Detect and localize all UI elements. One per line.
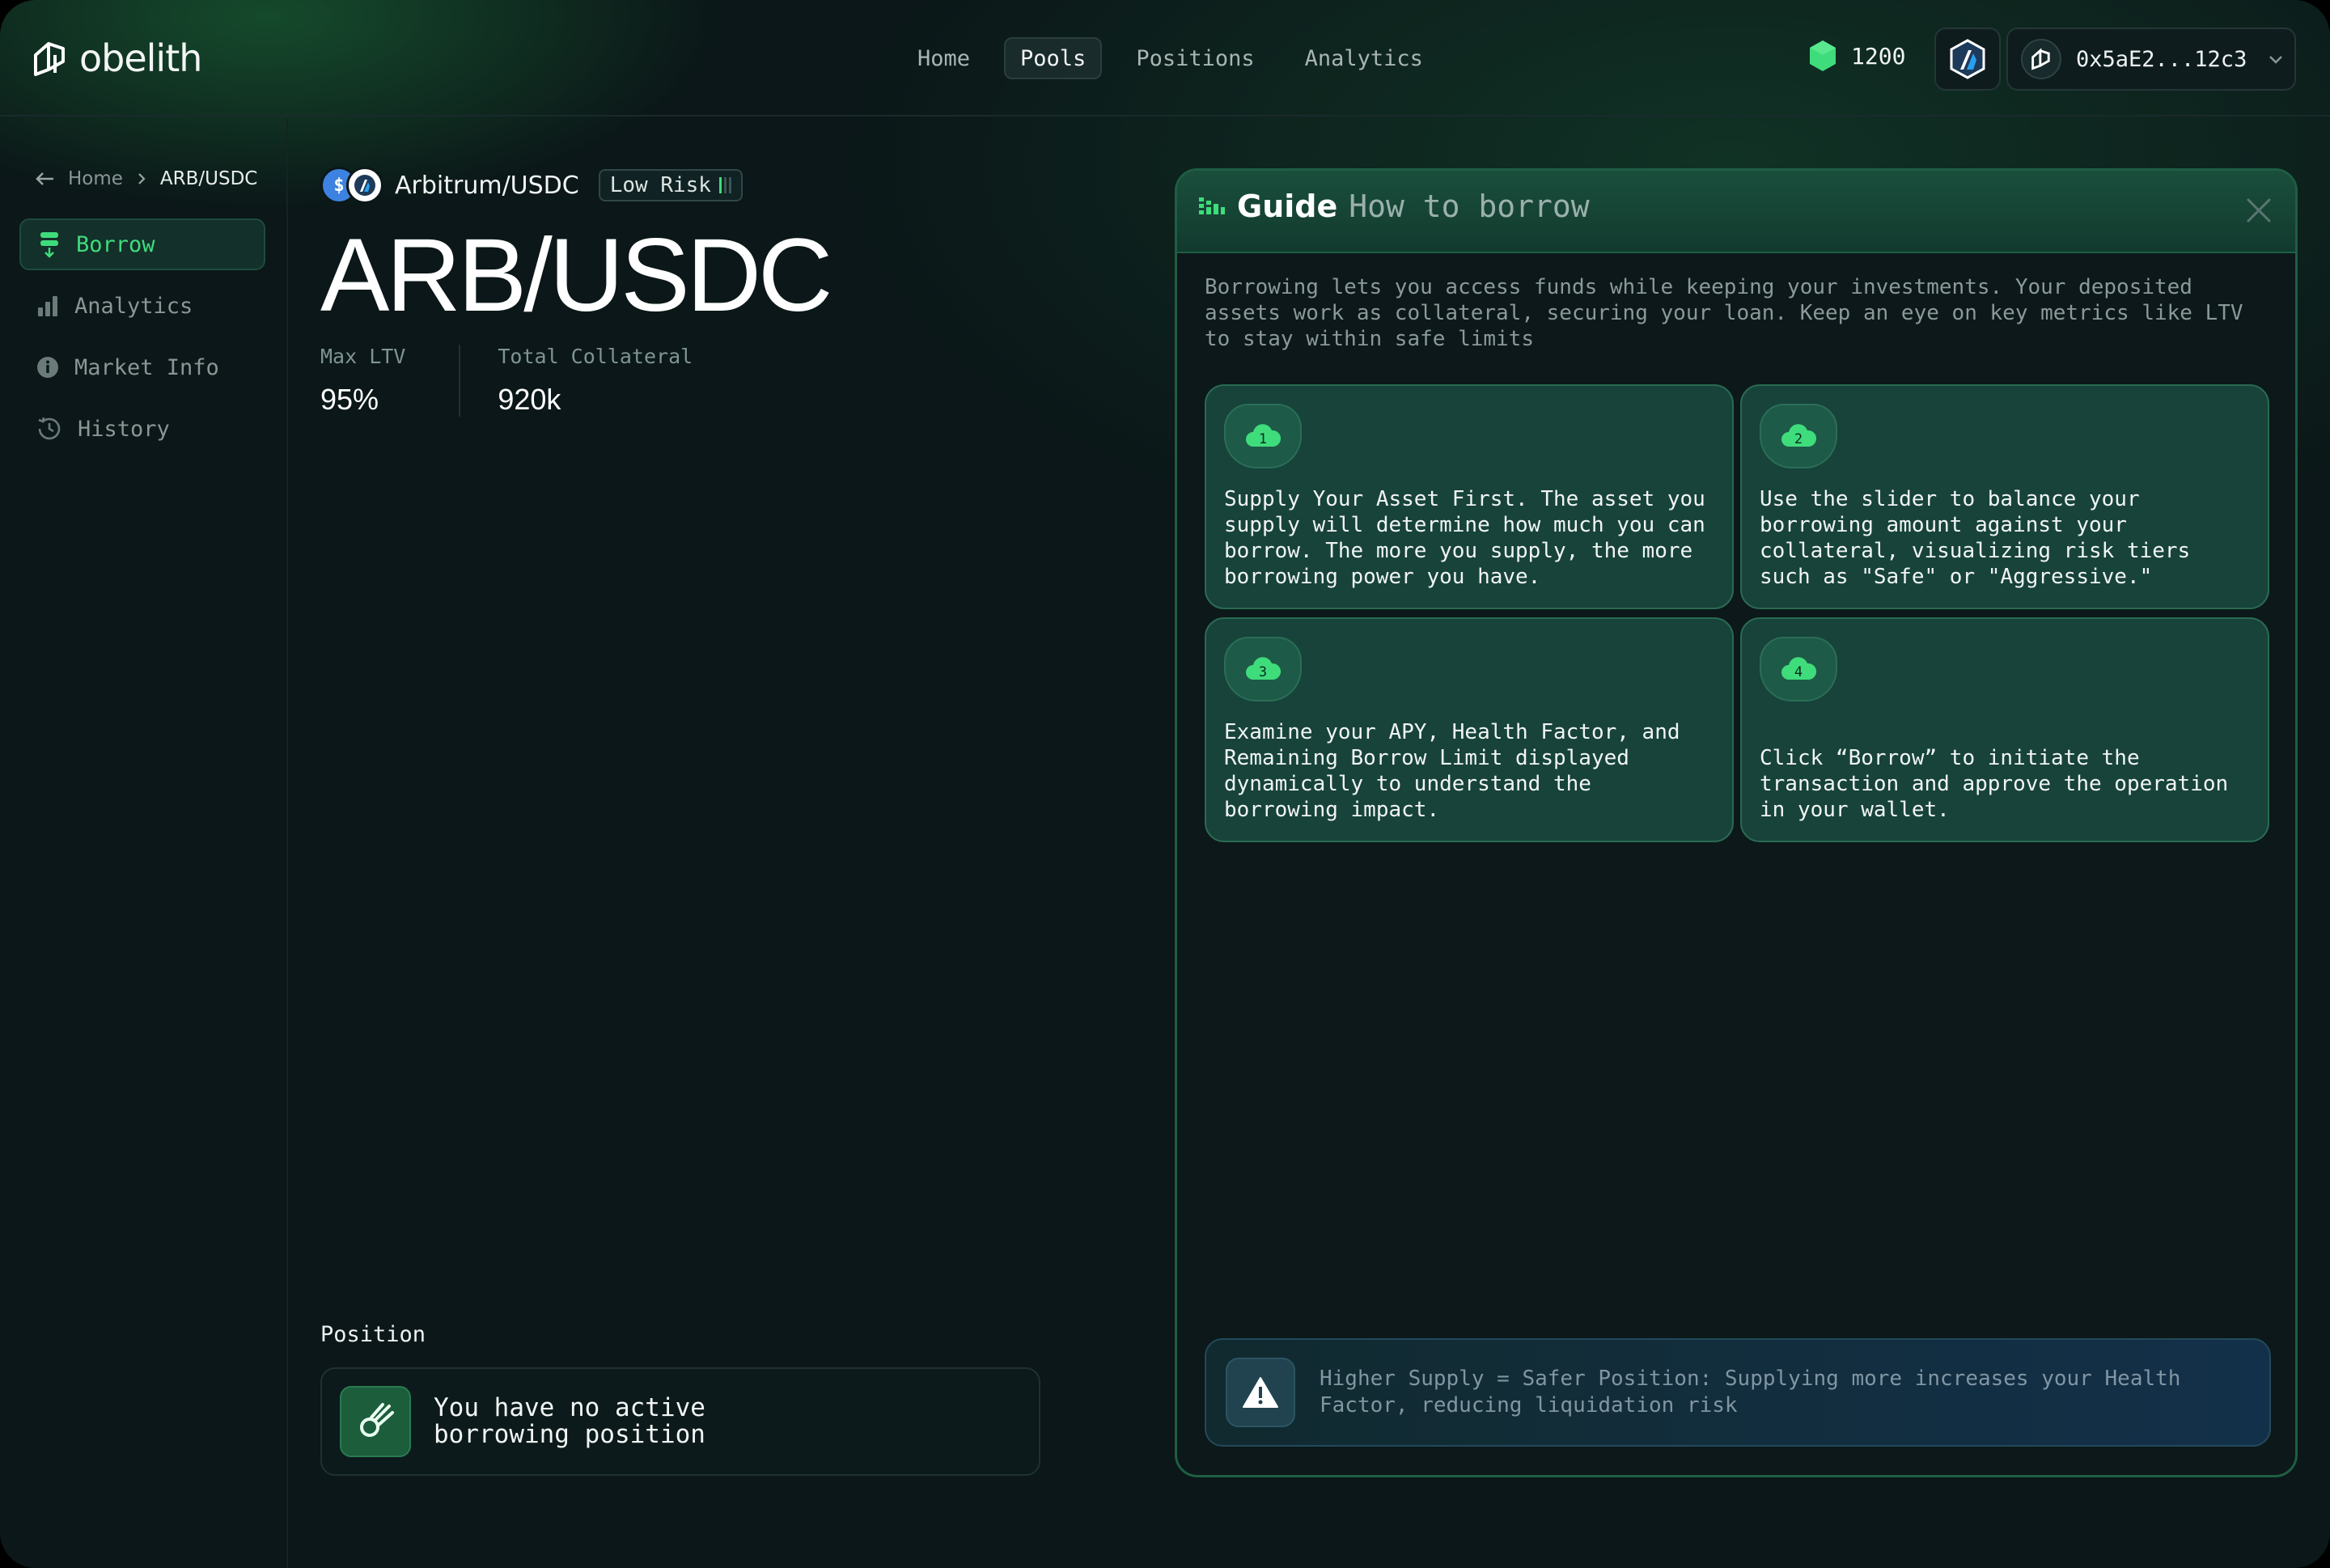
guide-panel: Guide How to borrow Borrowing lets you a… (1175, 168, 2298, 1477)
info-icon (37, 357, 58, 378)
stat-value: 95% (320, 383, 379, 416)
top-bar: obelith Home Pools Positions Analytics 1… (0, 0, 2330, 117)
cloud-icon: 2 (1781, 424, 1817, 447)
step-text: Supply Your Asset First. The asset you s… (1224, 487, 1705, 589)
points-value: 1200 (1851, 42, 1906, 70)
brand-logo[interactable]: obelith (31, 32, 202, 84)
risk-badge: Low Risk (598, 169, 743, 201)
step-text: Click “Borrow” to initiate the transacti… (1760, 746, 2229, 822)
pool-title: ARB/USDC (320, 218, 832, 333)
step-number: 3 (1259, 664, 1267, 680)
pair-row: $ Arbitrum/USDC Low Risk (320, 167, 829, 204)
nav-pools[interactable]: Pools (1004, 37, 1103, 79)
warning-triangle-icon (1243, 1377, 1278, 1408)
sidebar-item-market-info[interactable]: Market Info (19, 341, 265, 393)
guide-step-4: 4 Click “Borrow” to initiate the transac… (1740, 617, 2269, 842)
breadcrumb-home[interactable]: Home (68, 168, 123, 189)
empty-position-text: You have no active borrowing position (434, 1393, 705, 1449)
sidebar-item-label: Market Info (74, 354, 219, 380)
position-card: You have no active borrowing position (320, 1367, 1040, 1476)
pool-stats: Max LTV 95% Total Collateral 920k (320, 345, 829, 417)
cloud-icon: 1 (1246, 424, 1282, 447)
brand-name: obelith (79, 36, 202, 80)
guide-step-1: 1 Supply Your Asset First. The asset you… (1205, 384, 1734, 609)
points-display[interactable]: 1200 (1807, 39, 1905, 73)
step-badge: 1 (1224, 404, 1302, 468)
bar-chart-icon (38, 296, 57, 316)
breadcrumb: Home ARB/USDC (34, 168, 257, 189)
step-badge: 4 (1760, 637, 1837, 701)
history-icon (38, 417, 61, 440)
sidebar-item-borrow[interactable]: Borrow (19, 218, 265, 270)
meteor-icon (340, 1386, 411, 1457)
obelith-logo-icon (34, 42, 65, 76)
step-number: 1 (1259, 431, 1267, 447)
cloud-icon: 4 (1781, 657, 1817, 680)
sidebar-item-history[interactable]: History (19, 403, 265, 455)
arrow-left-icon[interactable] (34, 171, 55, 187)
stat-max-ltv: Max LTV 95% (320, 345, 459, 417)
meteor-glyph-icon (360, 1403, 394, 1437)
cloud-icon: 3 (1246, 657, 1282, 680)
green-hexagon-icon (1810, 40, 1836, 71)
tip-text: Higher Supply = Safer Position: Supplyin… (1320, 1367, 2181, 1418)
nav-positions[interactable]: Positions (1120, 37, 1270, 79)
pool-header: $ Arbitrum/USDC Low Risk ARB/USDC Max LT… (320, 167, 832, 417)
sidebar-item-label: Analytics (74, 293, 193, 319)
close-icon[interactable] (2243, 195, 2274, 226)
guide-step-2: 2 Use the slider to balance your borrowi… (1740, 384, 2269, 609)
guide-step-3: 3 Examine your APY, Health Factor, and R… (1205, 617, 1734, 842)
wallet-button[interactable]: 0x5aE2...12c3 (2006, 28, 2296, 91)
risk-label: Low Risk (609, 173, 711, 197)
tip-banner: Higher Supply = Safer Position: Supplyin… (1205, 1338, 2271, 1447)
guide-description: Borrowing lets you access funds while ke… (1205, 275, 2243, 351)
stat-total-collateral: Total Collateral 920k (459, 345, 746, 417)
sidebar-item-label: Borrow (76, 231, 155, 257)
guide-header: Guide How to borrow (1177, 171, 2295, 253)
wallet-avatar (2021, 39, 2061, 79)
wallet-avatar-icon (2031, 48, 2050, 70)
wallet-address: 0x5aE2...12c3 (2076, 46, 2247, 72)
nav-home[interactable]: Home (901, 37, 986, 79)
step-number: 4 (1794, 664, 1803, 680)
stat-label: Total Collateral (498, 345, 693, 368)
borrow-icon (40, 232, 58, 258)
pair-name: Arbitrum/USDC (395, 171, 579, 200)
guide-title-row: Guide How to borrow (1198, 189, 1590, 224)
nav-analytics[interactable]: Analytics (1289, 37, 1439, 79)
chain-selector-button[interactable] (1934, 28, 2001, 91)
step-badge: 2 (1760, 404, 1837, 468)
guide-bars-icon (1199, 197, 1225, 214)
step-number: 2 (1794, 431, 1803, 447)
sidebar-item-analytics[interactable]: Analytics (19, 280, 265, 332)
arbitrum-icon (1950, 39, 1985, 79)
guide-title: Guide (1237, 189, 1338, 224)
app-window: obelith Home Pools Positions Analytics 1… (0, 0, 2330, 1568)
stat-value: 920k (498, 383, 561, 416)
stat-label: Max LTV (320, 345, 406, 368)
warning-icon (1226, 1358, 1295, 1427)
main-nav: Home Pools Positions Analytics (901, 37, 1439, 79)
arbitrum-token-icon (346, 167, 383, 204)
breadcrumb-current: ARB/USDC (159, 168, 258, 189)
sidebar-item-label: History (78, 416, 170, 442)
position-title: Position (320, 1322, 426, 1347)
chevron-down-icon (2269, 56, 2283, 64)
arbitrum-mark-icon (354, 175, 375, 196)
step-text: Use the slider to balance your borrowing… (1760, 487, 2191, 589)
chevron-right-icon (138, 173, 146, 184)
risk-level-bars (718, 177, 731, 193)
step-text: Examine your APY, Health Factor, and Rem… (1224, 720, 1680, 822)
sidebar: Home ARB/USDC Borrow Analytics Market In… (0, 118, 288, 1568)
step-badge: 3 (1224, 637, 1302, 701)
guide-subtitle: How to borrow (1349, 189, 1590, 224)
